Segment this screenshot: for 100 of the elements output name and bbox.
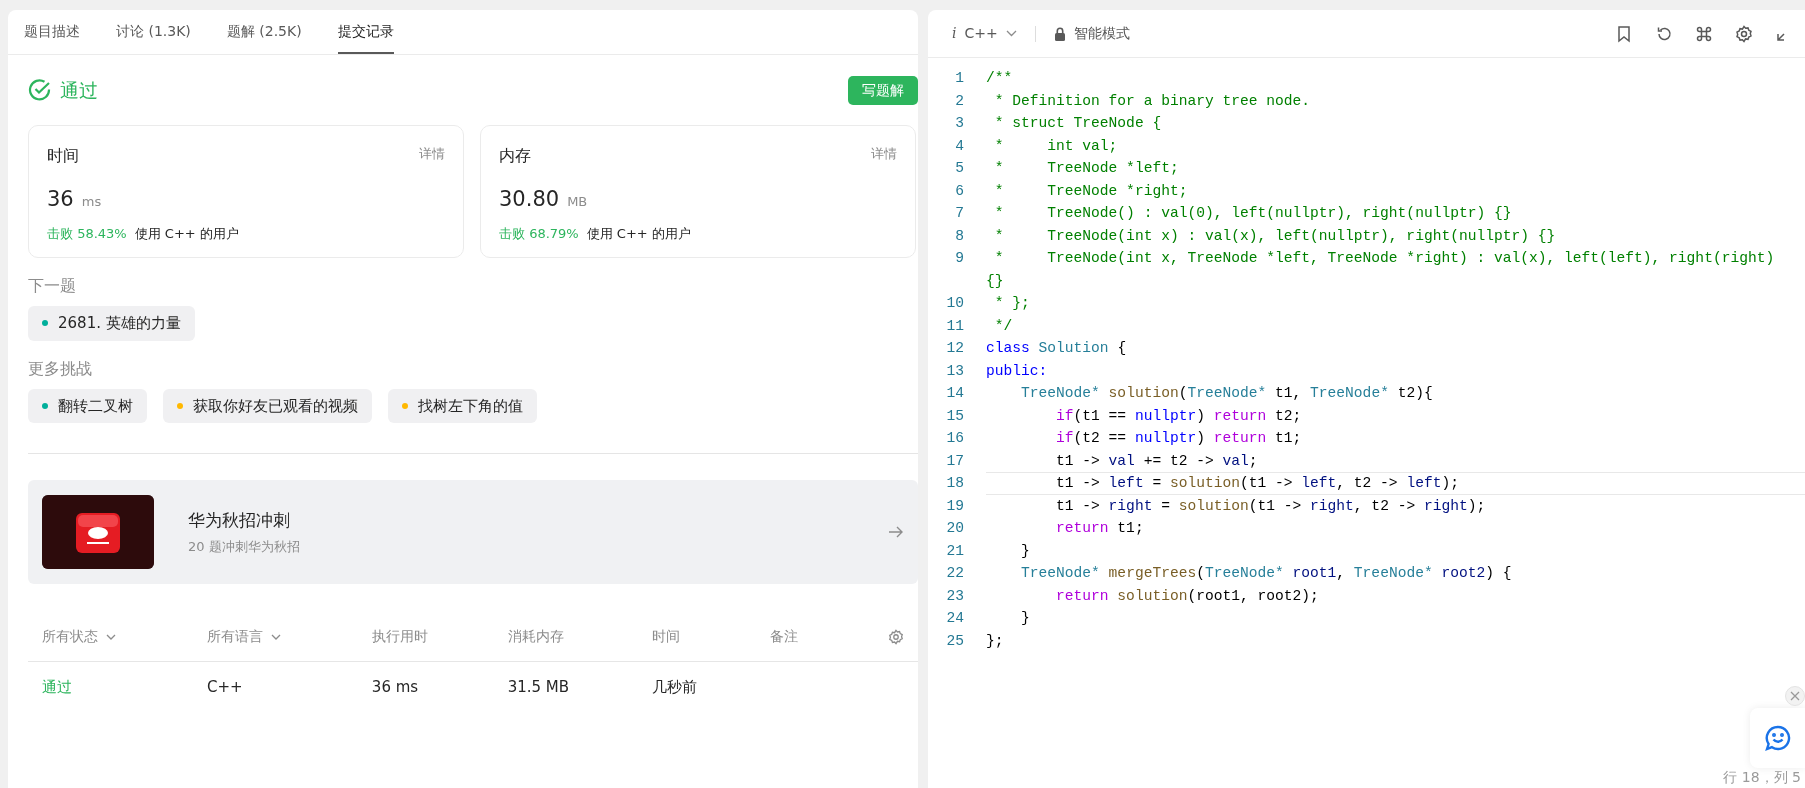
settings-icon[interactable] [1735, 24, 1753, 43]
line-number: 8 [954, 226, 965, 246]
code-line: * TreeNode() : val(0), left(nullptr), right(nullptr) {} [993, 204, 1513, 223]
code-line: TreeNode* solution(TreeNode* t1, TreeNode* t2){ [1020, 384, 1434, 403]
line-number: 24 [945, 609, 965, 628]
beat-percent: 击败 68.79% [499, 224, 579, 243]
language-icon: i [952, 23, 957, 44]
lock-icon [1053, 26, 1066, 41]
line-number: 17 [945, 451, 965, 471]
code-line: if(t1 == nullptr) return t2; [1055, 406, 1303, 426]
column-header: 执行用时 [357, 612, 494, 662]
metric-title: 内存 [499, 145, 531, 167]
metric-unit: ms [81, 193, 102, 211]
code-line: return t1; [1055, 519, 1145, 538]
line-number: 6 [954, 181, 965, 201]
line-number: 5 [954, 159, 965, 178]
column-header: 消耗内存 [493, 612, 639, 662]
code-line: public: [986, 361, 1049, 381]
caret-icon [106, 633, 116, 640]
code-line: * TreeNode *right; [993, 181, 1189, 201]
line-number: 22 [945, 564, 965, 583]
code-line: /** [986, 69, 1014, 88]
metric-title: 时间 [47, 145, 79, 167]
line-number: 3 [954, 114, 965, 133]
line-number: 23 [945, 586, 965, 606]
language-dropdown[interactable]: C++ [964, 23, 1017, 44]
line-number: 19 [945, 496, 965, 516]
line-number: 25 [945, 631, 965, 651]
line-number: 12 [945, 339, 965, 358]
command-icon[interactable] [1695, 24, 1713, 43]
code-line: t1 -> val += t2 -> val; [1055, 451, 1259, 471]
code-line: t1 -> left = solution(t1 -> left, t2 -> left); [986, 472, 1805, 495]
code-line: */ [993, 316, 1014, 336]
status-text: 通过 [60, 77, 98, 103]
close-button[interactable] [1785, 686, 1805, 706]
chat-smile-icon [1764, 725, 1791, 751]
promo-card[interactable]: 华为秋招冲刺 20 题冲刺华为秋招 [28, 480, 918, 584]
line-number: 14 [945, 384, 965, 403]
code-line: * TreeNode *left; [993, 159, 1180, 178]
close-icon [1790, 691, 1800, 701]
tab[interactable]: 提交记录 [337, 10, 394, 54]
line-number: 9 [954, 249, 965, 268]
column-header: 时间 [638, 612, 757, 662]
line-number: 16 [945, 429, 965, 448]
detail-link[interactable]: 详情 [871, 144, 897, 168]
code-line: class Solution { [986, 339, 1128, 358]
problem-chip[interactable]: 找树左下角的值 [388, 388, 537, 423]
code-line: t1 -> right = solution(t1 -> right, t2 -> right); [1055, 496, 1487, 516]
metric-unit: MB [567, 193, 588, 211]
chat-widget[interactable] [1750, 708, 1805, 768]
code-line: * TreeNode(int x, TreeNode *left, TreeNode *right) : val(x), left(left), right(right) [993, 249, 1776, 268]
line-number: 13 [945, 361, 965, 381]
beat-description: 使用 C++ 的用户 [134, 224, 239, 243]
section-label: 更多挑战 [28, 357, 93, 380]
code-line: * struct TreeNode { [993, 114, 1163, 133]
line-number: 10 [945, 294, 965, 313]
table-cell: 36 ms [357, 661, 494, 713]
line-number: 2 [954, 91, 965, 111]
mode-label: 智能模式 [1073, 24, 1130, 43]
code-line: TreeNode* mergeTrees(TreeNode* root1, TreeNode* root2) { [1020, 564, 1513, 583]
beat-description: 使用 C++ 的用户 [586, 224, 691, 243]
code-line: }; [986, 631, 1005, 651]
code-line: } [1020, 609, 1031, 628]
bookmark-icon[interactable] [1615, 24, 1633, 43]
code-line: return solution(root1, root2); [1055, 586, 1320, 606]
tab[interactable]: 题目描述 [24, 10, 80, 54]
problem-chip[interactable]: 获取你好友已观看的视频 [163, 388, 372, 423]
table-cell: C++ [192, 661, 358, 713]
line-number: 15 [945, 406, 965, 426]
caret-icon [270, 633, 281, 640]
tab[interactable]: 讨论 (1.3K) [116, 10, 191, 54]
line-number: 21 [945, 541, 965, 561]
detail-link[interactable]: 详情 [419, 144, 445, 168]
filter-dropdown[interactable]: 所有状态 [28, 612, 193, 662]
metric-value: 36 [47, 186, 74, 213]
line-number: 20 [945, 519, 965, 538]
cursor-position: 行 18，列 5 [1723, 768, 1801, 787]
column-header: 备注 [756, 612, 847, 662]
code-line: * Definition for a binary tree node. [993, 91, 1312, 111]
table-cell: 31.5 MB [493, 661, 639, 713]
code-line: * int val; [993, 136, 1119, 156]
line-number: 7 [954, 204, 965, 223]
arrow-right-icon [888, 524, 904, 540]
filter-dropdown[interactable]: 所有语言 [192, 612, 358, 662]
metric-value: 30.80 [499, 186, 560, 213]
problem-chip[interactable]: 2681. 英雄的力量 [28, 306, 195, 341]
problem-chip[interactable]: 翻转二叉树 [28, 388, 147, 423]
line-number: 4 [954, 136, 965, 156]
code-line: if(t2 == nullptr) return t1; [1055, 429, 1303, 448]
section-label: 下一题 [28, 275, 77, 297]
check-circle-icon [28, 78, 52, 102]
code-line: * TreeNode(int x) : val(x), left(nullptr), right(nullptr) {} [993, 226, 1557, 246]
promo-title: 华为秋招冲刺 [188, 508, 291, 532]
line-number: 1 [954, 69, 965, 88]
promo-subtitle: 20 题冲刺华为秋招 [188, 538, 301, 556]
table-cell: 几秒前 [638, 661, 757, 713]
code-line: * }; [993, 294, 1031, 313]
tab[interactable]: 题解 (2.5K) [226, 10, 302, 54]
beat-percent: 击败 58.43% [47, 224, 127, 243]
line-number: 18 [945, 474, 965, 493]
